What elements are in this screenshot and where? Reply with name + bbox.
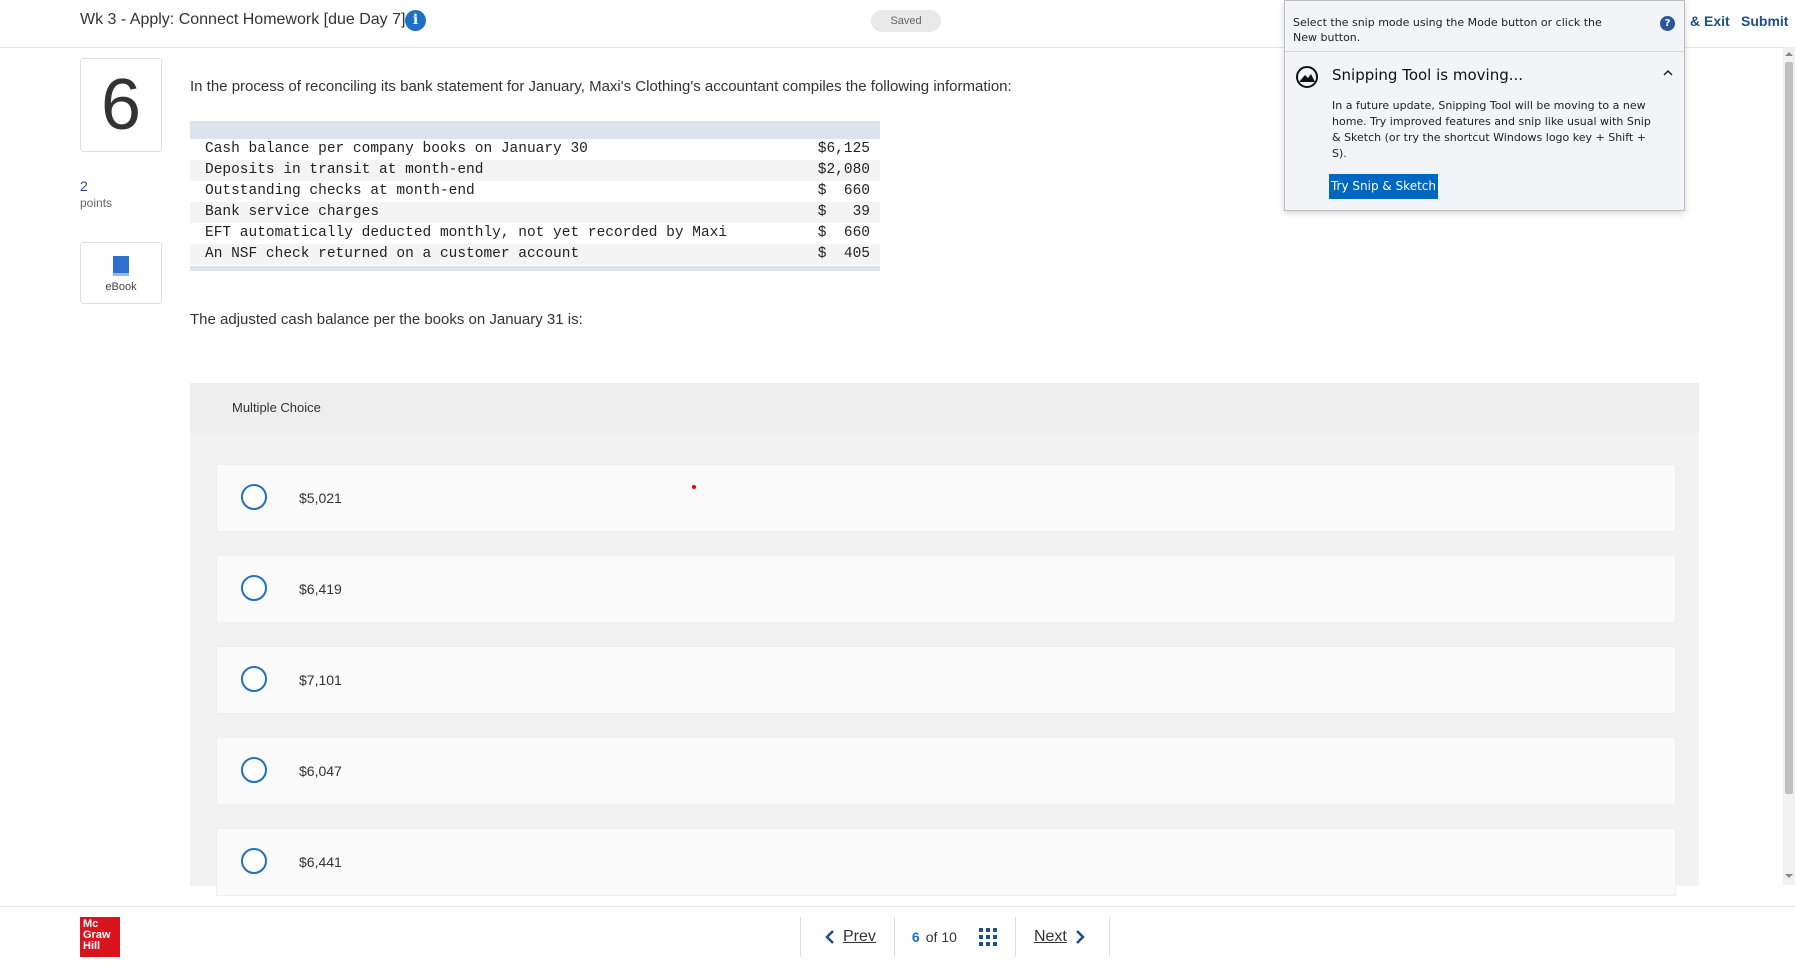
snip-instructions: Select the snip mode using the Mode butt… xyxy=(1293,16,1602,44)
footer-bar: Mc Graw Hill Prev 6 of 10 Next xyxy=(0,906,1795,966)
saved-status-badge: Saved xyxy=(871,10,941,32)
row-amount: $6,125 xyxy=(817,141,870,157)
answer-option[interactable]: $6,047 xyxy=(216,737,1676,805)
row-label: Bank service charges xyxy=(205,204,380,220)
mcgraw-hill-logo: Mc Graw Hill xyxy=(80,917,120,957)
table-row: Cash balance per company books on Januar… xyxy=(190,139,880,160)
row-amount: $ 660 xyxy=(817,183,870,199)
question-prompt: In the process of reconciling its bank s… xyxy=(190,78,1012,95)
answer-option-label: $6,441 xyxy=(299,854,342,870)
reconciliation-table: Cash balance per company books on Januar… xyxy=(190,121,880,271)
table-row: Deposits in transit at month-end $2,080 xyxy=(190,160,880,181)
snipping-tool-popup: Select the snip mode using the Mode butt… xyxy=(1284,0,1685,211)
answer-option[interactable]: $6,441 xyxy=(216,828,1676,896)
book-icon xyxy=(113,256,129,276)
radio-button[interactable] xyxy=(241,484,267,510)
points-label: points xyxy=(80,196,113,210)
multiple-choice-header: Multiple Choice xyxy=(190,383,1699,433)
question-number: 6 xyxy=(80,58,162,152)
next-label: Next xyxy=(1033,928,1067,945)
grid-icon[interactable] xyxy=(978,928,997,946)
ebook-button[interactable]: eBook xyxy=(80,242,162,304)
row-amount: $ 660 xyxy=(817,225,870,241)
row-amount: $ 39 xyxy=(817,204,870,220)
divider xyxy=(1108,917,1110,957)
multiple-choice-panel: Multiple Choice $5,021 $6,419 $7,101 $6,… xyxy=(190,383,1699,896)
total-pages: 10 xyxy=(941,929,957,945)
row-amount: $2,080 xyxy=(817,162,870,178)
logo-line: Hill xyxy=(83,940,101,952)
assignment-title: Wk 3 - Apply: Connect Homework [due Day … xyxy=(80,11,406,28)
divider xyxy=(1285,51,1684,52)
multiple-choice-label: Multiple Choice xyxy=(232,400,321,415)
answer-option[interactable]: $6,419 xyxy=(216,555,1676,623)
row-label: An NSF check returned on a customer acco… xyxy=(205,246,580,262)
snip-body-text: In a future update, Snipping Tool will b… xyxy=(1332,99,1651,160)
chevron-up-icon[interactable] xyxy=(1660,65,1676,81)
answer-option[interactable]: $7,101 xyxy=(216,646,1676,714)
question-navigation: Prev 6 of 10 Next xyxy=(800,917,1110,957)
chevron-right-icon xyxy=(1075,930,1085,944)
next-button[interactable]: Next xyxy=(1016,928,1109,946)
scrollbar-thumb[interactable] xyxy=(1785,62,1793,794)
submit-button[interactable]: Submit xyxy=(1741,13,1788,29)
page-indicator[interactable]: 6 of 10 xyxy=(895,928,1015,946)
snip-sketch-icon xyxy=(1296,66,1318,88)
current-page: 6 xyxy=(911,929,920,945)
help-icon[interactable]: ? xyxy=(1660,16,1675,31)
row-label: Cash balance per company books on Januar… xyxy=(205,141,588,157)
radio-button[interactable] xyxy=(241,848,267,874)
snip-title: Snipping Tool is moving... xyxy=(1332,66,1524,84)
row-amount: $ 405 xyxy=(817,246,870,262)
table-row: Bank service charges $ 39 xyxy=(190,202,880,223)
cursor-dot xyxy=(692,485,696,489)
row-label: Deposits in transit at month-end xyxy=(205,162,484,178)
radio-button[interactable] xyxy=(241,575,267,601)
points-value: 2 xyxy=(80,178,88,194)
try-snip-sketch-button[interactable]: Try Snip & Sketch xyxy=(1329,174,1438,199)
answer-option[interactable]: $5,021 xyxy=(216,464,1676,532)
answer-option-label: $6,419 xyxy=(299,581,342,597)
info-icon[interactable]: i xyxy=(405,10,426,31)
prev-button[interactable]: Prev xyxy=(801,928,894,946)
table-bottom-band xyxy=(190,266,880,271)
scroll-down-arrow-icon[interactable] xyxy=(1785,872,1793,880)
table-row: EFT automatically deducted monthly, not … xyxy=(190,223,880,244)
answer-option-label: $5,021 xyxy=(299,490,342,506)
answer-option-label: $7,101 xyxy=(299,672,342,688)
table-row: Outstanding checks at month-end $ 660 xyxy=(190,181,880,202)
ebook-label: eBook xyxy=(105,281,137,293)
answer-option-label: $6,047 xyxy=(299,763,342,779)
row-label: Outstanding checks at month-end xyxy=(205,183,475,199)
prev-label: Prev xyxy=(843,928,876,945)
question-text: The adjusted cash balance per the books … xyxy=(190,311,583,328)
row-label: EFT automatically deducted monthly, not … xyxy=(205,225,728,241)
chevron-left-icon xyxy=(825,930,834,944)
radio-button[interactable] xyxy=(241,666,267,692)
of-label: of xyxy=(925,929,938,945)
scroll-up-arrow-icon[interactable] xyxy=(1785,50,1793,58)
radio-button[interactable] xyxy=(241,757,267,783)
exit-button[interactable]: & Exit xyxy=(1690,13,1730,29)
table-row: An NSF check returned on a customer acco… xyxy=(190,244,880,265)
table-header-band xyxy=(190,121,880,139)
